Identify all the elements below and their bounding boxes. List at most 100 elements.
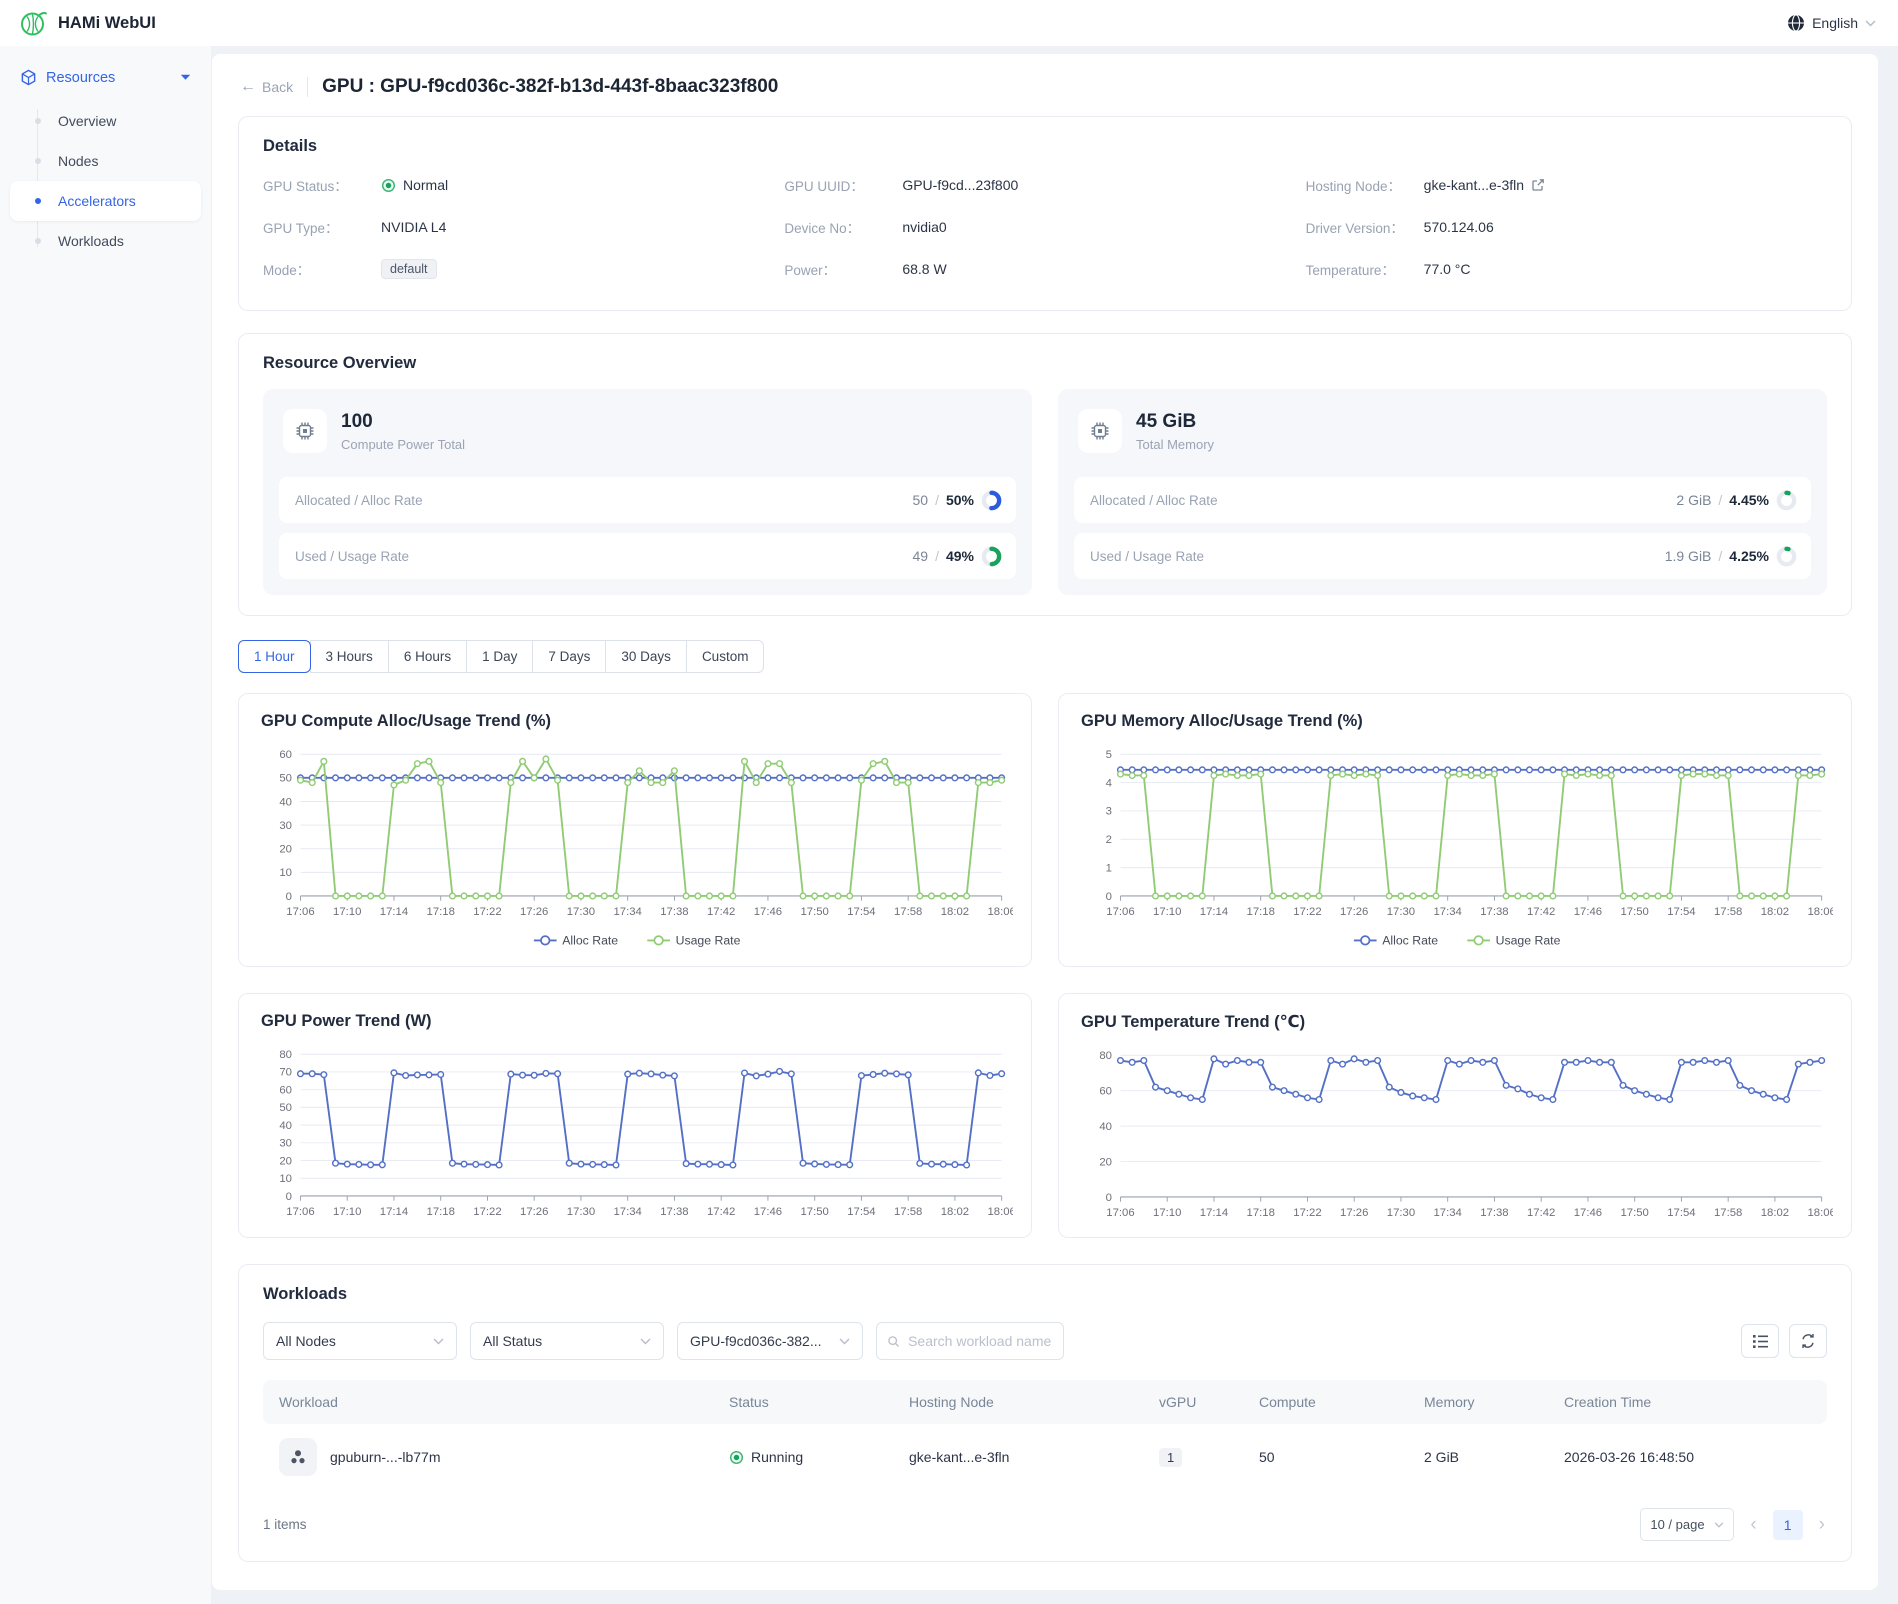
column-header-compute: Compute (1243, 1394, 1408, 1410)
svg-text:5: 5 (1106, 749, 1112, 761)
chart-plot-memory: 01234517:0617:1017:1417:1817:2217:2617:3… (1077, 741, 1833, 960)
svg-text:1: 1 (1106, 862, 1112, 874)
chart-title-memory: GPU Memory Alloc/Usage Trend (%) (1081, 712, 1833, 731)
time-range-tab-7-days[interactable]: 7 Days (532, 640, 606, 673)
detail-value[interactable]: gke-kant...e-3fln (1424, 177, 1545, 193)
gpu-chip-icon (1089, 420, 1111, 442)
search-input[interactable] (908, 1333, 1053, 1349)
chart-plot-temperature: 02040608017:0617:1017:1417:1817:2217:261… (1077, 1042, 1833, 1231)
detail-field-driver-version: Driver Version：570.124.06 (1306, 206, 1827, 248)
language-label: English (1812, 15, 1858, 31)
chevron-down-icon (180, 74, 191, 81)
rate-percent: 4.45% (1729, 492, 1769, 508)
sidebar-section-label: Resources (46, 70, 115, 86)
svg-text:17:30: 17:30 (1387, 906, 1415, 918)
detail-label: GPU Status： (263, 175, 381, 195)
time-range-tab-custom[interactable]: Custom (686, 640, 765, 673)
rate-amount: 49 (913, 548, 929, 564)
memory-cell: 2 GiB (1408, 1449, 1548, 1465)
detail-value-text: gke-kant...e-3fln (1424, 177, 1524, 193)
rate-percent: 50% (946, 492, 974, 508)
detail-value: 77.0 °C (1424, 261, 1471, 277)
column-settings-button[interactable] (1741, 1324, 1779, 1358)
sidebar-item-resources[interactable]: Resources (10, 60, 201, 95)
rate-row-label: Used / Usage Rate (295, 549, 409, 564)
chart-title-power: GPU Power Trend (W) (261, 1012, 1013, 1031)
svg-text:17:14: 17:14 (380, 906, 408, 918)
svg-text:17:26: 17:26 (520, 906, 548, 918)
detail-value-text: nvidia0 (902, 219, 946, 235)
topbar: HAMi WebUI English (0, 0, 1898, 46)
detail-field-gpu-status: GPU Status：Normal (263, 164, 784, 206)
current-page[interactable]: 1 (1773, 1510, 1803, 1540)
time-range-tab-1-hour[interactable]: 1 Hour (238, 640, 311, 673)
chart-card-temperature: GPU Temperature Trend (℃)02040608017:061… (1058, 993, 1852, 1238)
column-header-workload: Workload (263, 1394, 713, 1410)
node-filter-select[interactable]: All Nodes (263, 1322, 457, 1360)
table-row[interactable]: gpuburn-...-lb77mRunninggke-kant...e-3fl… (263, 1424, 1827, 1490)
rate-row-label: Allocated / Alloc Rate (295, 493, 423, 508)
svg-text:17:38: 17:38 (1480, 1207, 1508, 1219)
workload-name[interactable]: gpuburn-...-lb77m (330, 1449, 441, 1465)
svg-text:80: 80 (279, 1049, 292, 1061)
detail-label: Driver Version： (1306, 217, 1424, 237)
workloads-filters: All Nodes All Status GPU-f9cd036c-382... (263, 1322, 1827, 1360)
vgpu-badge: 1 (1159, 1448, 1182, 1467)
workload-avatar (279, 1438, 317, 1476)
detail-label: Mode： (263, 259, 381, 279)
svg-text:17:06: 17:06 (286, 1206, 314, 1218)
detail-value: default (381, 259, 437, 279)
refresh-icon (1799, 1332, 1817, 1350)
back-arrow-icon: ← (240, 79, 256, 95)
rate-row-value: 49 / 49% (913, 546, 1003, 567)
workloads-actions (1741, 1324, 1827, 1358)
workloads-table-header: WorkloadStatusHosting NodevGPUComputeMem… (263, 1380, 1827, 1424)
back-button[interactable]: ← Back (240, 79, 293, 95)
refresh-button[interactable] (1789, 1324, 1827, 1358)
items-count: 1 items (263, 1517, 307, 1532)
svg-text:17:30: 17:30 (567, 906, 595, 918)
sidebar-item-nodes[interactable]: Nodes (10, 141, 201, 181)
workload-cell[interactable]: gpuburn-...-lb77m (263, 1438, 713, 1476)
detail-label: Temperature： (1306, 259, 1424, 279)
time-range-tab-6-hours[interactable]: 6 Hours (388, 640, 467, 673)
prev-page-button[interactable]: ‹ (1748, 1514, 1758, 1536)
svg-text:17:38: 17:38 (660, 906, 688, 918)
resource-rate-row: Used / Usage Rate1.9 GiB/4.25% (1074, 533, 1811, 579)
globe-icon (1787, 14, 1805, 32)
rate-separator: / (935, 548, 939, 564)
time-range-tab-30-days[interactable]: 30 Days (605, 640, 687, 673)
gpu-filter-select[interactable]: GPU-f9cd036c-382... (677, 1322, 863, 1360)
svg-text:17:46: 17:46 (1574, 906, 1602, 918)
svg-text:0: 0 (1106, 891, 1112, 903)
sidebar-item-overview[interactable]: Overview (10, 101, 201, 141)
page-size-select[interactable]: 10 / page (1640, 1508, 1734, 1541)
resource-overview-grid: 100Compute Power TotalAllocated / Alloc … (263, 389, 1827, 595)
svg-text:17:22: 17:22 (473, 1206, 501, 1218)
svg-text:40: 40 (279, 796, 292, 808)
status-filter-select[interactable]: All Status (470, 1322, 664, 1360)
sidebar-item-accelerators[interactable]: Accelerators (10, 181, 201, 221)
donut-gauge (1776, 490, 1797, 511)
chevron-down-icon (640, 1338, 651, 1345)
time-range-tab-1-day[interactable]: 1 Day (466, 640, 533, 673)
rate-row-label: Allocated / Alloc Rate (1090, 493, 1218, 508)
rate-percent: 49% (946, 548, 974, 564)
detail-label: Power： (784, 259, 902, 279)
sidebar-item-workloads[interactable]: Workloads (10, 221, 201, 261)
svg-text:17:34: 17:34 (1434, 1207, 1462, 1219)
detail-value-text: NVIDIA L4 (381, 219, 446, 235)
resource-overview-title: Resource Overview (263, 354, 1827, 373)
detail-label: GPU UUID： (784, 175, 902, 195)
svg-text:40: 40 (1099, 1121, 1112, 1133)
column-header-memory: Memory (1408, 1394, 1548, 1410)
language-selector[interactable]: English (1787, 14, 1876, 32)
time-range-tabs: 1 Hour3 Hours6 Hours1 Day7 Days30 DaysCu… (238, 640, 764, 673)
donut-gauge (1776, 546, 1797, 567)
svg-text:17:10: 17:10 (333, 906, 361, 918)
svg-text:80: 80 (1099, 1050, 1112, 1062)
resource-total-value: 100 (341, 411, 465, 433)
time-range-tab-3-hours[interactable]: 3 Hours (310, 640, 389, 673)
next-page-button[interactable]: › (1817, 1514, 1827, 1536)
svg-text:0: 0 (286, 1191, 292, 1203)
